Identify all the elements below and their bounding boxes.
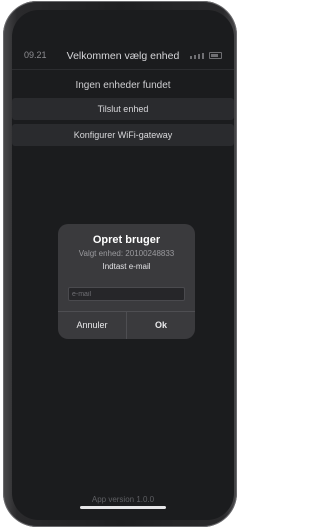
ok-button[interactable]: Ok xyxy=(127,312,195,339)
nav-divider xyxy=(12,69,234,70)
app-screen: 09.21 Velkommen vælg enhed Ingen enheder… xyxy=(12,10,234,520)
dialog-message: Indtast e-mail xyxy=(102,262,151,271)
create-user-dialog: Opret bruger Valgt enhed: 20100248833 In… xyxy=(58,224,195,339)
phone-frame: 09.21 Velkommen vælg enhed Ingen enheder… xyxy=(0,0,240,528)
cancel-button[interactable]: Annuler xyxy=(58,312,126,339)
configure-wifi-gateway-button[interactable]: Konfigurer WiFi-gateway xyxy=(12,124,234,146)
nav-title: Velkommen vælg enhed xyxy=(66,50,180,62)
email-input[interactable] xyxy=(68,287,185,301)
dialog-title: Opret bruger xyxy=(92,234,161,246)
dialog-selected-device: Valgt enhed: 20100248833 xyxy=(78,249,175,258)
phone-body: 09.21 Velkommen vælg enhed Ingen enheder… xyxy=(3,1,237,527)
connect-device-button[interactable]: Tilslut enhed xyxy=(12,98,234,120)
empty-devices-message: Ingen enheder fundet xyxy=(75,80,171,91)
app-version: App version 1.0.0 xyxy=(91,495,155,504)
home-indicator[interactable] xyxy=(80,506,166,509)
